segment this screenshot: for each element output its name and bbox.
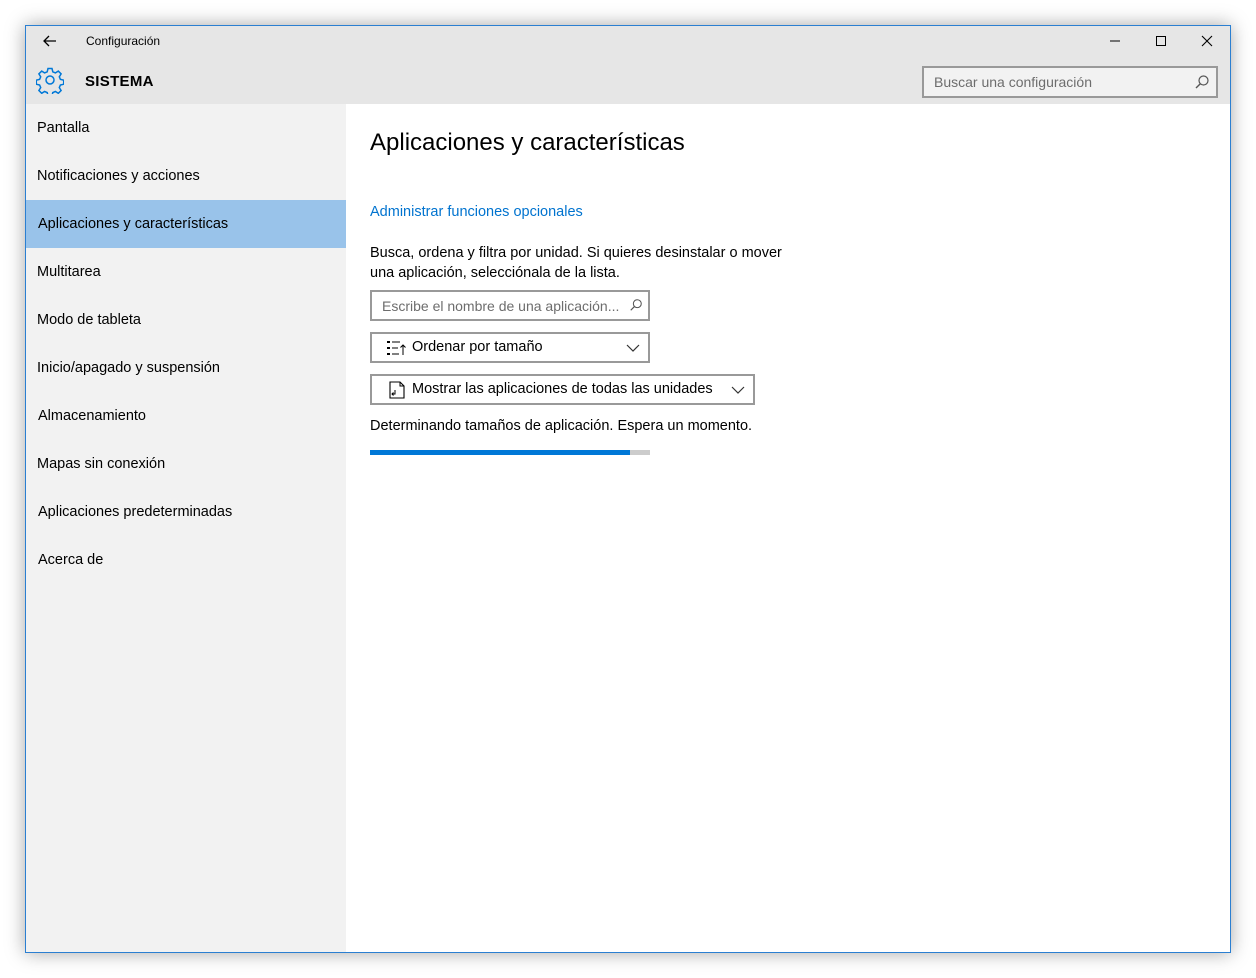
chevron-down-icon [626, 344, 640, 352]
drives-dropdown-value: Mostrar las aplicaciones de todas las un… [412, 381, 713, 397]
sidebar-item-aplicaciones-predeterminadas[interactable]: Aplicaciones predeterminadas [26, 488, 346, 536]
page-title: Aplicaciones y características [370, 129, 685, 156]
back-arrow-icon [43, 35, 56, 47]
sidebar-item-label: Aplicaciones y características [38, 216, 229, 232]
description-text: Busca, ordena y filtra por unidad. Si qu… [370, 245, 782, 281]
minimize-icon [1110, 40, 1120, 42]
maximize-button[interactable] [1138, 26, 1184, 56]
optional-features-link[interactable]: Administrar funciones opcionales [370, 204, 583, 220]
sort-dropdown-value: Ordenar por tamaño [412, 339, 543, 355]
sidebar-item-acerca-de[interactable]: Acerca de [26, 536, 346, 584]
close-icon [1201, 35, 1213, 47]
sidebar-item-label: Multitarea [37, 264, 101, 280]
sidebar-item-label: Acerca de [38, 552, 104, 568]
sidebar-item-label: Mapas sin conexión [37, 456, 166, 472]
drives-filter-dropdown[interactable]: Mostrar las aplicaciones de todas las un… [370, 374, 755, 405]
sidebar-item-almacenamiento[interactable]: Almacenamiento [26, 392, 346, 440]
back-button[interactable] [32, 26, 68, 56]
app-search-box[interactable] [370, 290, 650, 321]
sidebar-item-aplicaciones[interactable]: Aplicaciones y características [26, 200, 346, 248]
drive-filter-icon [389, 381, 405, 399]
sidebar-item-label: Notificaciones y acciones [37, 168, 200, 184]
settings-search-input[interactable] [924, 68, 1184, 96]
minimize-button[interactable] [1092, 26, 1138, 56]
progress-bar [370, 450, 650, 455]
search-icon[interactable] [629, 298, 643, 312]
sidebar-item-inicio-apagado[interactable]: Inicio/apagado y suspensión [26, 344, 346, 392]
main-content: Aplicaciones y características Administr… [346, 104, 1230, 952]
sidebar-item-label: Pantalla [37, 120, 90, 136]
progress-bar-fill [370, 450, 631, 455]
chevron-down-icon [731, 386, 745, 394]
sidebar-nav: Pantalla Notificaciones y acciones Aplic… [26, 104, 346, 952]
window-title: Configuración [86, 34, 161, 48]
sort-dropdown[interactable]: Ordenar por tamaño [370, 332, 650, 363]
close-button[interactable] [1184, 26, 1230, 56]
settings-window: Configuración SISTEMA Buscar una configu… [25, 25, 1231, 953]
sidebar-item-label: Almacenamiento [38, 408, 146, 424]
sidebar-item-label: Aplicaciones predeterminadas [38, 504, 233, 520]
search-icon[interactable] [1194, 74, 1210, 90]
maximize-icon [1156, 36, 1166, 46]
gear-icon [36, 67, 64, 94]
sidebar-item-pantalla[interactable]: Pantalla [26, 104, 346, 152]
section-title: SISTEMA [85, 73, 154, 90]
sort-list-icon [387, 341, 406, 355]
settings-header: SISTEMA [26, 56, 1230, 104]
sidebar-item-modo-tableta[interactable]: Modo de tableta [26, 296, 346, 344]
sidebar-item-notificaciones[interactable]: Notificaciones y acciones [26, 152, 346, 200]
settings-search-box[interactable] [922, 66, 1218, 98]
app-search-input[interactable] [372, 292, 630, 319]
sidebar-item-label: Inicio/apagado y suspensión [37, 360, 220, 376]
status-text: Determinando tamaños de aplicación. Espe… [370, 418, 753, 434]
sidebar-item-multitarea[interactable]: Multitarea [26, 248, 346, 296]
sidebar-item-mapas[interactable]: Mapas sin conexión [26, 440, 346, 488]
sidebar-item-label: Modo de tableta [37, 312, 141, 328]
title-bar: Configuración [26, 26, 1230, 56]
